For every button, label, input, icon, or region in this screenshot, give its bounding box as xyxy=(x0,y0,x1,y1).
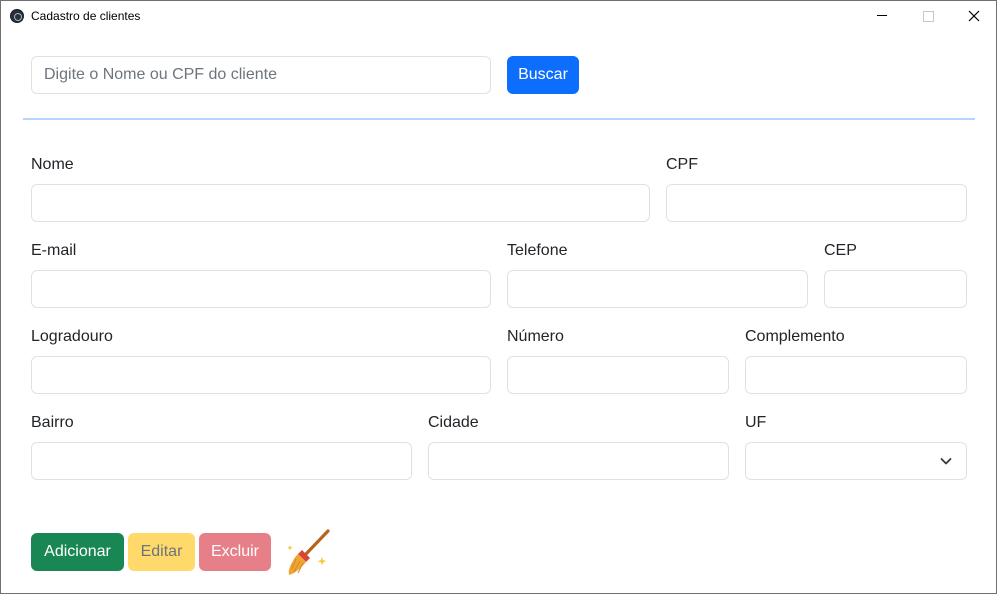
numero-input[interactable] xyxy=(507,356,729,394)
cpf-label: CPF xyxy=(666,156,698,173)
telefone-label: Telefone xyxy=(507,242,568,259)
broom-icon[interactable] xyxy=(284,527,334,577)
cpf-input[interactable] xyxy=(666,184,967,222)
divider xyxy=(23,118,975,120)
numero-label: Número xyxy=(507,328,564,345)
logradouro-input[interactable] xyxy=(31,356,491,394)
complemento-label: Complemento xyxy=(745,328,845,345)
uf-label: UF xyxy=(745,414,767,431)
uf-select[interactable] xyxy=(745,442,967,480)
email-label: E-mail xyxy=(31,242,77,259)
window-title: Cadastro de clientes xyxy=(31,9,141,23)
logradouro-label: Logradouro xyxy=(31,328,113,345)
add-button[interactable]: Adicionar xyxy=(31,533,124,571)
cep-input[interactable] xyxy=(824,270,967,308)
cep-label: CEP xyxy=(824,242,857,259)
edit-button[interactable]: Editar xyxy=(128,533,195,571)
telefone-input[interactable] xyxy=(507,270,808,308)
nome-label: Nome xyxy=(31,156,74,173)
search-button[interactable]: Buscar xyxy=(507,56,579,94)
app-window: Cadastro de clientes Buscar Nome CPF E-m… xyxy=(0,0,997,594)
close-icon xyxy=(968,10,980,22)
delete-button[interactable]: Excluir xyxy=(199,533,271,571)
email-input[interactable] xyxy=(31,270,491,308)
cidade-label: Cidade xyxy=(428,414,479,431)
title-bar: Cadastro de clientes xyxy=(1,1,996,31)
close-button[interactable] xyxy=(951,1,997,31)
bairro-label: Bairro xyxy=(31,414,74,431)
nome-input[interactable] xyxy=(31,184,650,222)
maximize-button[interactable] xyxy=(905,1,951,31)
complemento-input[interactable] xyxy=(745,356,967,394)
chevron-down-icon xyxy=(940,458,952,465)
bairro-input[interactable] xyxy=(31,442,412,480)
search-input[interactable] xyxy=(31,56,491,94)
app-icon xyxy=(10,9,24,23)
minimize-button[interactable] xyxy=(859,1,905,31)
cidade-input[interactable] xyxy=(428,442,729,480)
